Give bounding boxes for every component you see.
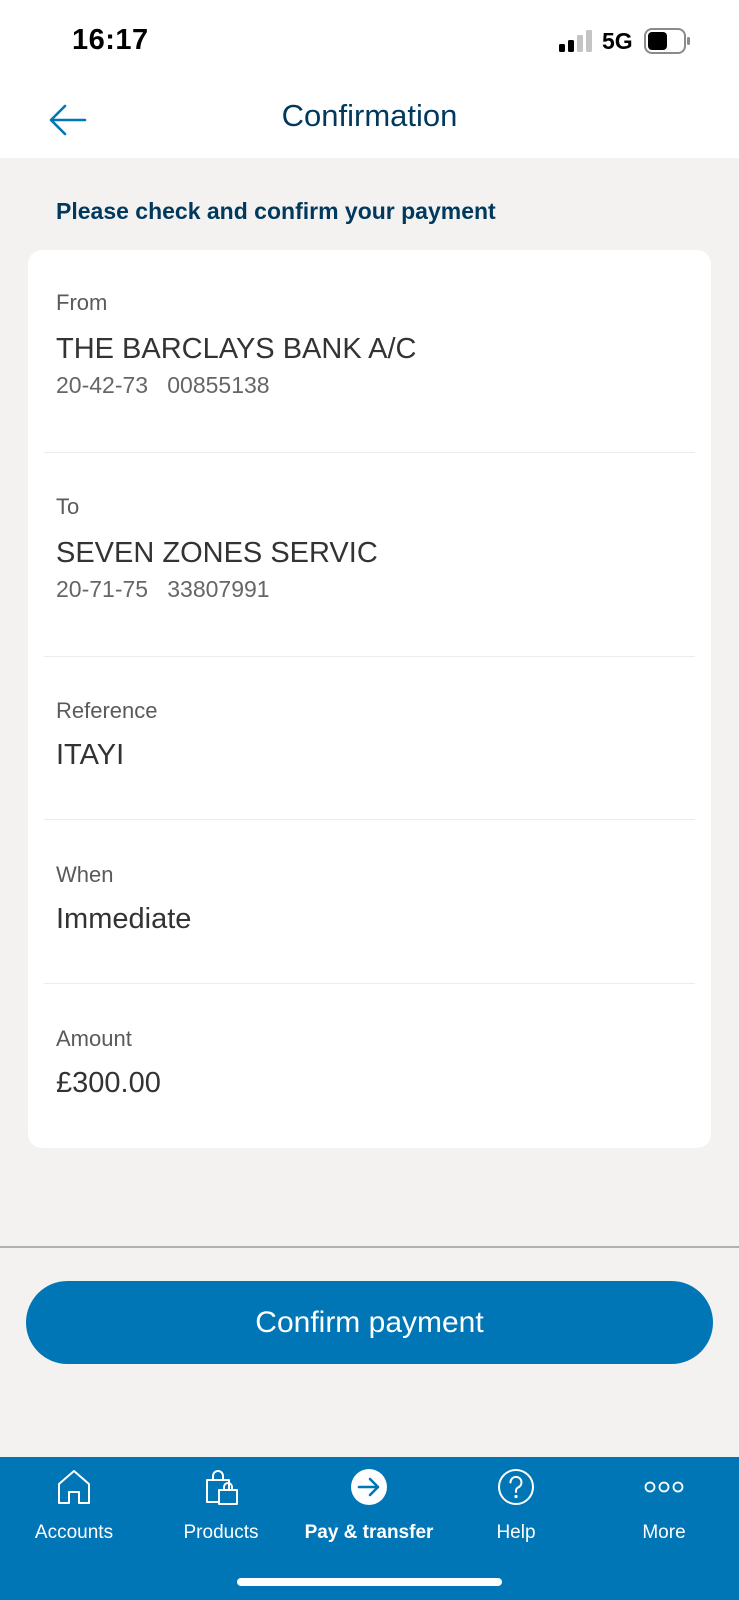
battery-icon <box>644 28 690 54</box>
network-type: 5G <box>602 28 633 54</box>
tab-label: Pay & transfer <box>304 1522 434 1543</box>
confirm-payment-button[interactable]: Confirm payment <box>26 1281 713 1364</box>
instruction-text: Please check and confirm your payment <box>56 198 496 224</box>
tab-label: Products <box>183 1522 259 1543</box>
payment-details-card: From THE BARCLAYS BANK A/C 20-42-73 0085… <box>28 250 711 1148</box>
reference-label: Reference <box>56 698 158 723</box>
question-circle-icon <box>494 1465 538 1509</box>
divider <box>44 983 695 984</box>
divider <box>44 819 695 820</box>
reference-section: Reference ITAYI <box>56 698 683 772</box>
tab-products[interactable]: Products <box>147 1457 295 1567</box>
from-section: From THE BARCLAYS BANK A/C 20-42-73 0085… <box>56 290 683 399</box>
from-account-number: 00855138 <box>167 372 270 398</box>
home-icon <box>52 1465 96 1509</box>
to-account-number: 33807991 <box>167 576 270 602</box>
amount-value: £300.00 <box>56 1067 161 1099</box>
divider <box>44 452 695 453</box>
divider <box>44 656 695 657</box>
when-value: Immediate <box>56 903 192 935</box>
page-title: Confirmation <box>281 98 458 133</box>
from-label: From <box>56 290 108 315</box>
to-payee-name: SEVEN ZONES SERVIC <box>56 537 378 569</box>
tab-help[interactable]: Help <box>442 1457 590 1567</box>
tab-accounts[interactable]: Accounts <box>0 1457 148 1567</box>
tab-more[interactable]: More <box>590 1457 738 1567</box>
status-bar: 16:17 5G <box>0 0 739 82</box>
tab-label: Help <box>496 1522 536 1543</box>
tab-label: More <box>642 1522 686 1543</box>
footer-divider <box>0 1246 739 1248</box>
to-label: To <box>56 494 80 519</box>
status-time: 16:17 <box>72 24 149 56</box>
home-indicator <box>237 1578 502 1586</box>
tab-pay-and-transfer[interactable]: Pay & transfer <box>295 1457 443 1567</box>
from-account-name: THE BARCLAYS BANK A/C <box>56 333 417 365</box>
reference-value: ITAYI <box>56 739 125 771</box>
arrow-right-circle-icon <box>347 1465 391 1509</box>
cellular-signal-icon <box>559 30 592 52</box>
shopping-bag-icon <box>199 1465 243 1509</box>
amount-section: Amount £300.00 <box>56 1026 683 1100</box>
to-section: To SEVEN ZONES SERVIC 20-71-75 33807991 <box>56 494 683 603</box>
when-section: When Immediate <box>56 862 683 936</box>
more-dots-icon <box>642 1465 686 1509</box>
tab-label: Accounts <box>34 1522 114 1543</box>
navigation-header: Confirmation <box>0 82 739 158</box>
amount-label: Amount <box>56 1026 132 1051</box>
from-sort-code: 20-42-73 <box>56 372 149 398</box>
when-label: When <box>56 862 114 887</box>
to-sort-code: 20-71-75 <box>56 576 149 602</box>
